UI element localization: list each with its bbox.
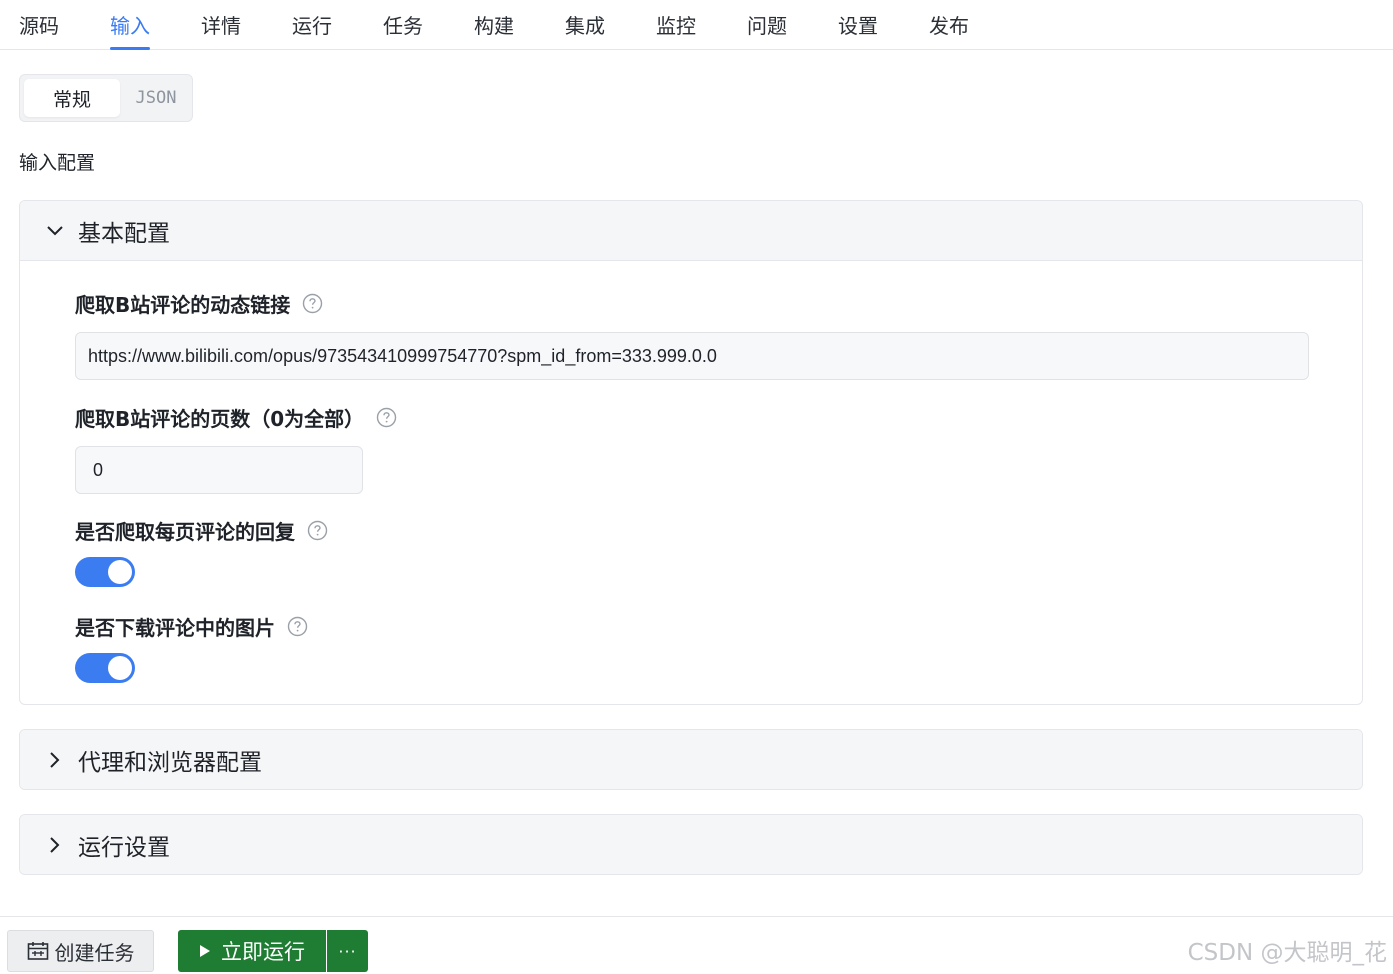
pages-input[interactable]: 0 <box>75 446 363 494</box>
tab-settings[interactable]: 设置 <box>838 10 878 50</box>
question-circle-icon[interactable] <box>307 520 328 541</box>
tab-source[interactable]: 源码 <box>19 10 59 50</box>
tab-issues[interactable]: 问题 <box>747 10 787 50</box>
tab-details[interactable]: 详情 <box>201 10 241 50</box>
panel-proxy-header[interactable]: 代理和浏览器配置 <box>20 730 1362 789</box>
tab-monitoring[interactable]: 监控 <box>656 10 696 50</box>
tab-runs[interactable]: 运行 <box>292 10 332 50</box>
chevron-down-icon <box>47 225 63 235</box>
field-replies-label: 是否爬取每页评论的回复 <box>75 520 295 544</box>
images-toggle[interactable] <box>75 653 135 683</box>
chevron-right-icon <box>50 752 60 768</box>
panel-proxy-title: 代理和浏览器配置 <box>78 750 262 776</box>
panel-basic-title: 基本配置 <box>78 220 170 247</box>
panel-run-settings: 运行设置 <box>19 814 1363 875</box>
tab-integrations[interactable]: 集成 <box>565 10 605 50</box>
more-options-button[interactable]: ··· <box>327 930 368 972</box>
create-task-label: 创建任务 <box>54 940 135 965</box>
run-now-label: 立即运行 <box>221 940 305 964</box>
mode-json-button[interactable]: JSON <box>124 79 188 117</box>
field-page-count: 爬取B站评论的页数（0为全部） 0 <box>75 403 397 494</box>
field-images-label: 是否下载评论中的图片 <box>75 616 275 640</box>
field-download-images: 是否下载评论中的图片 <box>75 612 308 683</box>
run-now-button[interactable]: 立即运行 <box>178 930 326 972</box>
mode-switch: 常规 JSON <box>19 74 193 122</box>
panel-proxy-config: 代理和浏览器配置 <box>19 729 1363 790</box>
link-input[interactable]: https://www.bilibili.com/opus/9735434109… <box>75 332 1309 380</box>
bottom-action-bar: 创建任务 立即运行 ··· CSDN @大聪明_花 <box>0 916 1393 974</box>
top-tab-bar: 源码 输入 详情 运行 任务 构建 集成 监控 问题 设置 发布 <box>0 0 1393 50</box>
chevron-right-icon <box>50 837 60 853</box>
field-crawl-replies: 是否爬取每页评论的回复 <box>75 516 328 587</box>
field-pages-label: 爬取B站评论的页数（0为全部） <box>75 407 365 431</box>
field-link-label: 爬取B站评论的动态链接 <box>75 293 291 317</box>
field-dynamic-link: 爬取B站评论的动态链接 https://www.bilibili.com/opu… <box>75 289 1309 380</box>
question-circle-icon[interactable] <box>287 616 308 637</box>
watermark: CSDN @大聪明_花 <box>1187 940 1387 966</box>
tab-tasks[interactable]: 任务 <box>383 10 423 50</box>
tab-builds[interactable]: 构建 <box>474 10 514 50</box>
tab-input[interactable]: 输入 <box>110 10 150 50</box>
panel-run-settings-title: 运行设置 <box>78 835 170 861</box>
play-icon <box>200 945 210 957</box>
toggle-knob <box>108 560 132 584</box>
panel-basic-config: 基本配置 爬取B站评论的动态链接 https://www.bilibili.co… <box>19 200 1363 705</box>
create-task-button[interactable]: 创建任务 <box>7 930 154 972</box>
mode-general-button[interactable]: 常规 <box>24 79 120 117</box>
toggle-knob <box>108 656 132 680</box>
panel-basic-header[interactable]: 基本配置 <box>20 201 1362 261</box>
panel-run-settings-header[interactable]: 运行设置 <box>20 815 1362 874</box>
question-circle-icon[interactable] <box>376 407 397 428</box>
question-circle-icon[interactable] <box>302 293 323 314</box>
section-title: 输入配置 <box>19 152 96 174</box>
tab-publish[interactable]: 发布 <box>929 10 969 50</box>
calendar-icon <box>27 942 48 960</box>
replies-toggle[interactable] <box>75 557 135 587</box>
